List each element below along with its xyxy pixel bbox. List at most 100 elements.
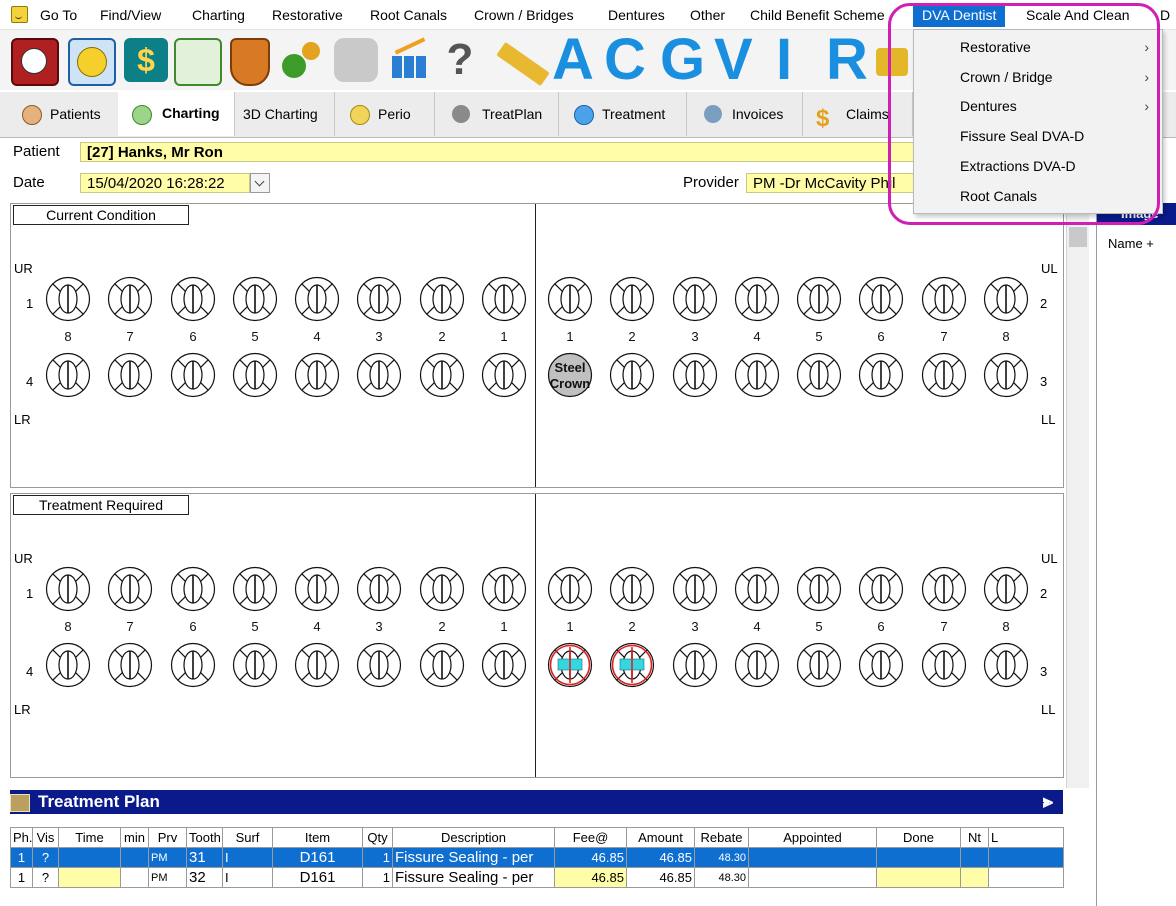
dropdown-item-crown-bridge[interactable]: Crown / Bridge › <box>915 63 1161 91</box>
tooth-lower-r2[interactable] <box>419 642 465 688</box>
toolbar-letter-v[interactable]: V <box>714 30 753 90</box>
col-rebate[interactable]: Rebate <box>694 827 749 848</box>
tab-perio[interactable]: Perio <box>334 92 435 136</box>
tooth-upper-l7[interactable] <box>921 276 967 322</box>
shield-icon[interactable] <box>230 38 270 86</box>
tooth-lower-r2[interactable] <box>419 352 465 398</box>
tooth-upper-r8[interactable] <box>45 566 91 612</box>
tooth-lower-l8[interactable] <box>983 642 1029 688</box>
dropdown-item-fissure-seal[interactable]: Fissure Seal DVA-D <box>915 122 1161 150</box>
dropdown-item-restorative[interactable]: Restorative › <box>915 33 1161 61</box>
menu-dentures[interactable]: Dentures <box>608 5 665 25</box>
menu-overflow[interactable]: D <box>1160 5 1170 25</box>
tooth-upper-l3[interactable] <box>672 566 718 612</box>
col-fee[interactable]: Fee@ <box>554 827 627 848</box>
col-done[interactable]: Done <box>876 827 961 848</box>
tooth-upper-r7[interactable] <box>107 566 153 612</box>
tooth-lower-l3[interactable] <box>672 352 718 398</box>
billing-dollar-icon[interactable]: $ <box>124 38 168 82</box>
tooth-upper-r7[interactable] <box>107 276 153 322</box>
tooth-lower-r8[interactable] <box>45 642 91 688</box>
tooth-upper-l1[interactable] <box>547 276 593 322</box>
tooth-upper-l4[interactable] <box>734 276 780 322</box>
tooth-lower-l7[interactable] <box>921 642 967 688</box>
date-field[interactable]: 15/04/2020 16:28:22 <box>80 173 250 193</box>
menu-restorative[interactable]: Restorative <box>272 5 343 25</box>
tooth-upper-r4[interactable] <box>294 566 340 612</box>
tooth-lower-l4[interactable] <box>734 642 780 688</box>
tooth-lower-l8[interactable] <box>983 352 1029 398</box>
tab-invoices[interactable]: Invoices <box>686 92 803 136</box>
tooth-upper-l6[interactable] <box>858 276 904 322</box>
mail-icon[interactable] <box>174 38 222 86</box>
col-description[interactable]: Description <box>392 827 555 848</box>
dropdown-item-dentures[interactable]: Dentures › <box>915 92 1161 120</box>
toolbar-letter-c[interactable]: C <box>604 30 646 90</box>
tooth-lower-r5[interactable] <box>232 642 278 688</box>
tooth-lower-r3[interactable] <box>356 642 402 688</box>
tooth-lower-l5[interactable] <box>796 352 842 398</box>
col-ph[interactable]: Ph. <box>10 827 33 848</box>
tooth-upper-l8[interactable] <box>983 276 1029 322</box>
tooth-lower-l6[interactable] <box>858 352 904 398</box>
tooth-upper-r6[interactable] <box>170 276 216 322</box>
tooth-upper-l2[interactable] <box>609 566 655 612</box>
tooth-upper-r1[interactable] <box>481 566 527 612</box>
col-surf[interactable]: Surf <box>222 827 273 848</box>
col-appointed[interactable]: Appointed <box>748 827 877 848</box>
menu-dva-dentist[interactable]: DVA Dentist <box>913 3 1006 27</box>
tooth-upper-r3[interactable] <box>356 566 402 612</box>
tooth-lower-l4[interactable] <box>734 352 780 398</box>
col-l[interactable]: L <box>988 827 1064 848</box>
menu-go-to[interactable]: Go To <box>40 5 77 25</box>
tooth-lower-r7[interactable] <box>107 642 153 688</box>
tooth-lower-r6[interactable] <box>170 642 216 688</box>
dental-teeth-icon[interactable] <box>334 38 378 82</box>
crown-icon[interactable] <box>876 48 908 76</box>
tooth-lower-r3[interactable] <box>356 352 402 398</box>
col-min[interactable]: min <box>120 827 149 848</box>
tooth-lower-r8[interactable] <box>45 352 91 398</box>
tooth-upper-r2[interactable] <box>419 276 465 322</box>
tooth-upper-r5[interactable] <box>232 566 278 612</box>
date-dropdown-button[interactable] <box>250 173 270 193</box>
appointment-clock-icon[interactable] <box>11 38 59 86</box>
patient-smiley-icon[interactable] <box>68 38 116 86</box>
tab-charting[interactable]: Charting <box>118 92 235 136</box>
toolbar-letter-r[interactable]: R <box>826 30 868 90</box>
col-nt[interactable]: Nt <box>960 827 989 848</box>
tooth-lower-r1[interactable] <box>481 352 527 398</box>
tooth-upper-l1[interactable] <box>547 566 593 612</box>
menu-child-benefit-scheme[interactable]: Child Benefit Scheme <box>750 5 885 25</box>
menu-find-view[interactable]: Find/View <box>100 5 161 25</box>
tooth-lower-l6[interactable] <box>858 642 904 688</box>
settings-gears-icon[interactable] <box>280 38 324 82</box>
tab-patients[interactable]: Patients <box>0 92 119 136</box>
tooth-lower-l2-fissure-seal[interactable] <box>609 642 655 688</box>
tooth-upper-r8[interactable] <box>45 276 91 322</box>
menu-charting[interactable]: Charting <box>192 5 245 25</box>
tooth-lower-r4[interactable] <box>294 352 340 398</box>
tooth-upper-l3[interactable] <box>672 276 718 322</box>
tooth-upper-r1[interactable] <box>481 276 527 322</box>
tooth-lower-r4[interactable] <box>294 642 340 688</box>
name-column-header[interactable]: Name + <box>1108 236 1154 251</box>
tooth-upper-l5[interactable] <box>796 566 842 612</box>
toolbar-letter-i[interactable]: I <box>776 30 792 90</box>
tooth-lower-r6[interactable] <box>170 352 216 398</box>
toolbar-letter-g[interactable]: G <box>660 30 705 90</box>
tooth-upper-l8[interactable] <box>983 566 1029 612</box>
menu-root-canals[interactable]: Root Canals <box>370 5 447 25</box>
tooth-upper-l2[interactable] <box>609 276 655 322</box>
table-row[interactable]: 1 ? PM 31 I D161 1 Fissure Sealing - per… <box>10 847 1064 868</box>
app-smiley-icon[interactable] <box>11 6 28 23</box>
tooth-upper-r2[interactable] <box>419 566 465 612</box>
chart-vertical-scrollbar[interactable] <box>1066 203 1089 788</box>
provider-field[interactable]: PM -Dr McCavity Phil <box>746 173 926 193</box>
tab-treatment[interactable]: Treatment <box>558 92 687 136</box>
tab-claims[interactable]: $ Claims <box>802 92 913 136</box>
tooth-lower-l5[interactable] <box>796 642 842 688</box>
tooth-upper-l6[interactable] <box>858 566 904 612</box>
col-item[interactable]: Item <box>272 827 363 848</box>
col-tooth[interactable]: Tooth <box>186 827 223 848</box>
